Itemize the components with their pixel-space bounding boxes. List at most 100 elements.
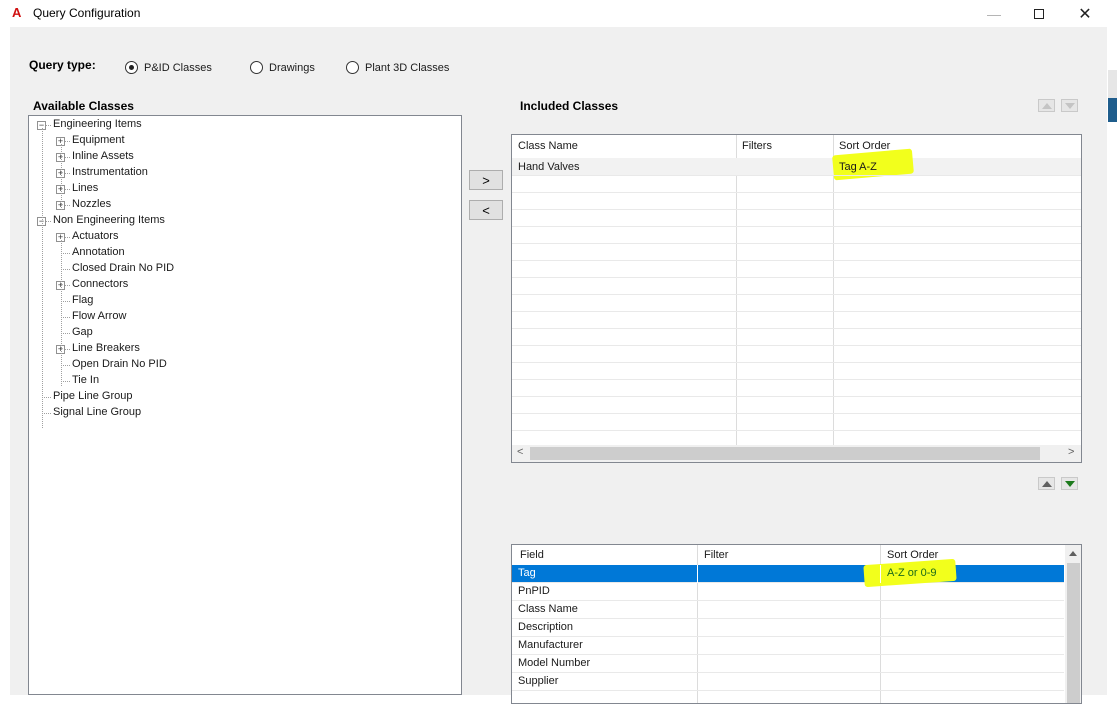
cell-field[interactable]: PnPID bbox=[512, 585, 550, 597]
tree-item[interactable]: Actuators bbox=[72, 230, 118, 242]
cell-field[interactable]: Manufacturer bbox=[512, 639, 583, 651]
column-header-filters[interactable]: Filters bbox=[736, 140, 772, 152]
row-divider bbox=[512, 260, 1081, 261]
cell-field[interactable]: Model Number bbox=[512, 657, 590, 669]
scrollbar-thumb[interactable] bbox=[530, 447, 1040, 460]
available-classes-tree[interactable]: − Engineering Items + Equipment + Inline Asse… bbox=[28, 115, 462, 695]
radio-plant-3d-classes[interactable]: Plant 3D Classes bbox=[346, 61, 449, 74]
tree-connector bbox=[42, 413, 51, 414]
tree-connector bbox=[61, 381, 70, 382]
tree-item[interactable]: Closed Drain No PID bbox=[72, 262, 174, 274]
scroll-left-icon[interactable]: < bbox=[517, 446, 523, 458]
tree-item[interactable]: Pipe Line Group bbox=[53, 390, 133, 402]
background-window-edge bbox=[1108, 70, 1117, 98]
tree-connector bbox=[61, 301, 70, 302]
row-divider bbox=[512, 294, 1081, 295]
query-type-label: Query type: bbox=[29, 58, 96, 72]
arrow-up-icon bbox=[1041, 102, 1052, 109]
row-divider bbox=[512, 243, 1081, 244]
row-divider bbox=[512, 209, 1081, 210]
window-title: Query Configuration bbox=[33, 6, 141, 20]
maximize-button[interactable] bbox=[1016, 0, 1062, 27]
scrollbar-thumb[interactable] bbox=[1067, 563, 1080, 703]
arrow-down-icon bbox=[1064, 480, 1075, 487]
tree-item[interactable]: Flow Arrow bbox=[72, 310, 126, 322]
row-divider bbox=[512, 192, 1081, 193]
arrow-down-icon bbox=[1064, 102, 1075, 109]
arrow-up-icon bbox=[1041, 480, 1052, 487]
tree-item[interactable]: Line Breakers bbox=[72, 342, 140, 354]
table-row[interactable]: Manufacturer bbox=[512, 637, 1064, 655]
cell-field[interactable]: Description bbox=[512, 621, 573, 633]
tree-item[interactable]: Lines bbox=[72, 182, 98, 194]
tree-item[interactable]: Signal Line Group bbox=[53, 406, 141, 418]
tree-item[interactable]: Instrumentation bbox=[72, 166, 148, 178]
tree-connector bbox=[61, 269, 70, 270]
move-class-up-button[interactable] bbox=[1038, 99, 1055, 112]
tree-item[interactable]: Gap bbox=[72, 326, 93, 338]
radio-label: Drawings bbox=[269, 61, 315, 74]
move-field-down-button[interactable] bbox=[1061, 477, 1078, 490]
add-class-button[interactable]: > bbox=[469, 170, 503, 190]
tree-item[interactable]: Tie In bbox=[72, 374, 99, 386]
included-classes-grid[interactable]: Class Name Filters Sort Order Hand Valve… bbox=[511, 134, 1082, 463]
table-row[interactable]: PnPID bbox=[512, 583, 1064, 601]
tree-connector bbox=[61, 365, 70, 366]
cell-sort-order[interactable]: A-Z or 0-9 bbox=[881, 567, 937, 579]
row-divider bbox=[512, 328, 1081, 329]
app-logo-icon: A bbox=[12, 5, 22, 20]
radio-selected-icon bbox=[125, 61, 138, 74]
table-row[interactable]: Class Name bbox=[512, 601, 1064, 619]
tree-item[interactable]: Non Engineering Items bbox=[53, 214, 165, 226]
tree-item[interactable]: Connectors bbox=[72, 278, 128, 290]
cell-field[interactable]: Tag bbox=[512, 567, 536, 579]
cell-field[interactable]: Supplier bbox=[512, 675, 558, 687]
row-divider bbox=[512, 277, 1081, 278]
window-border-right bbox=[1107, 27, 1117, 695]
fields-grid[interactable]: Field Filter Sort Order Tag A-Z or 0-9 PnP… bbox=[511, 544, 1082, 704]
move-class-down-button[interactable] bbox=[1061, 99, 1078, 112]
row-divider bbox=[512, 396, 1081, 397]
tree-connector bbox=[61, 144, 62, 210]
table-row[interactable]: Tag A-Z or 0-9 bbox=[512, 558, 1064, 588]
included-classes-heading: Included Classes bbox=[520, 99, 619, 113]
maximize-icon bbox=[1034, 8, 1044, 19]
table-row[interactable]: Supplier bbox=[512, 673, 1064, 691]
remove-class-button[interactable]: < bbox=[469, 200, 503, 220]
title-bar bbox=[0, 0, 1117, 27]
tree-item[interactable]: Open Drain No PID bbox=[72, 358, 167, 370]
tree-item[interactable]: Equipment bbox=[72, 134, 125, 146]
tree-connector bbox=[42, 128, 43, 428]
column-header-sort-order[interactable]: Sort Order bbox=[881, 549, 938, 561]
row-divider bbox=[512, 345, 1081, 346]
radio-drawings[interactable]: Drawings bbox=[250, 61, 315, 74]
scroll-up-icon[interactable] bbox=[1069, 551, 1077, 556]
radio-pid-classes[interactable]: P&ID Classes bbox=[125, 61, 212, 74]
radio-empty-icon bbox=[250, 61, 263, 74]
column-header-field[interactable]: Field bbox=[514, 549, 544, 561]
column-header-filter[interactable]: Filter bbox=[698, 549, 728, 561]
close-button[interactable]: ✕ bbox=[1062, 0, 1108, 27]
row-divider bbox=[512, 430, 1081, 431]
row-divider bbox=[512, 362, 1081, 363]
table-row[interactable] bbox=[512, 158, 1081, 175]
tree-item[interactable]: Engineering Items bbox=[53, 118, 142, 130]
table-row[interactable]: Model Number bbox=[512, 655, 1064, 673]
cell-class-name[interactable]: Hand Valves bbox=[512, 161, 580, 173]
tree-item[interactable]: Nozzles bbox=[72, 198, 111, 210]
tree-item[interactable]: Annotation bbox=[72, 246, 125, 258]
cell-sort-order[interactable]: Tag A-Z bbox=[833, 161, 877, 173]
column-divider bbox=[880, 565, 881, 583]
tree-item[interactable]: Inline Assets bbox=[72, 150, 134, 162]
scroll-right-icon[interactable]: > bbox=[1068, 446, 1074, 458]
row-divider bbox=[512, 413, 1081, 414]
move-field-up-button[interactable] bbox=[1038, 477, 1055, 490]
tree-item[interactable]: Flag bbox=[72, 294, 93, 306]
cell-field[interactable]: Class Name bbox=[512, 603, 578, 615]
minimize-button[interactable]: — bbox=[971, 0, 1017, 27]
row-divider bbox=[512, 226, 1081, 227]
available-classes-heading: Available Classes bbox=[33, 99, 134, 113]
table-row[interactable]: Description bbox=[512, 619, 1064, 637]
column-header-class-name[interactable]: Class Name bbox=[512, 140, 578, 152]
row-divider bbox=[512, 379, 1081, 380]
